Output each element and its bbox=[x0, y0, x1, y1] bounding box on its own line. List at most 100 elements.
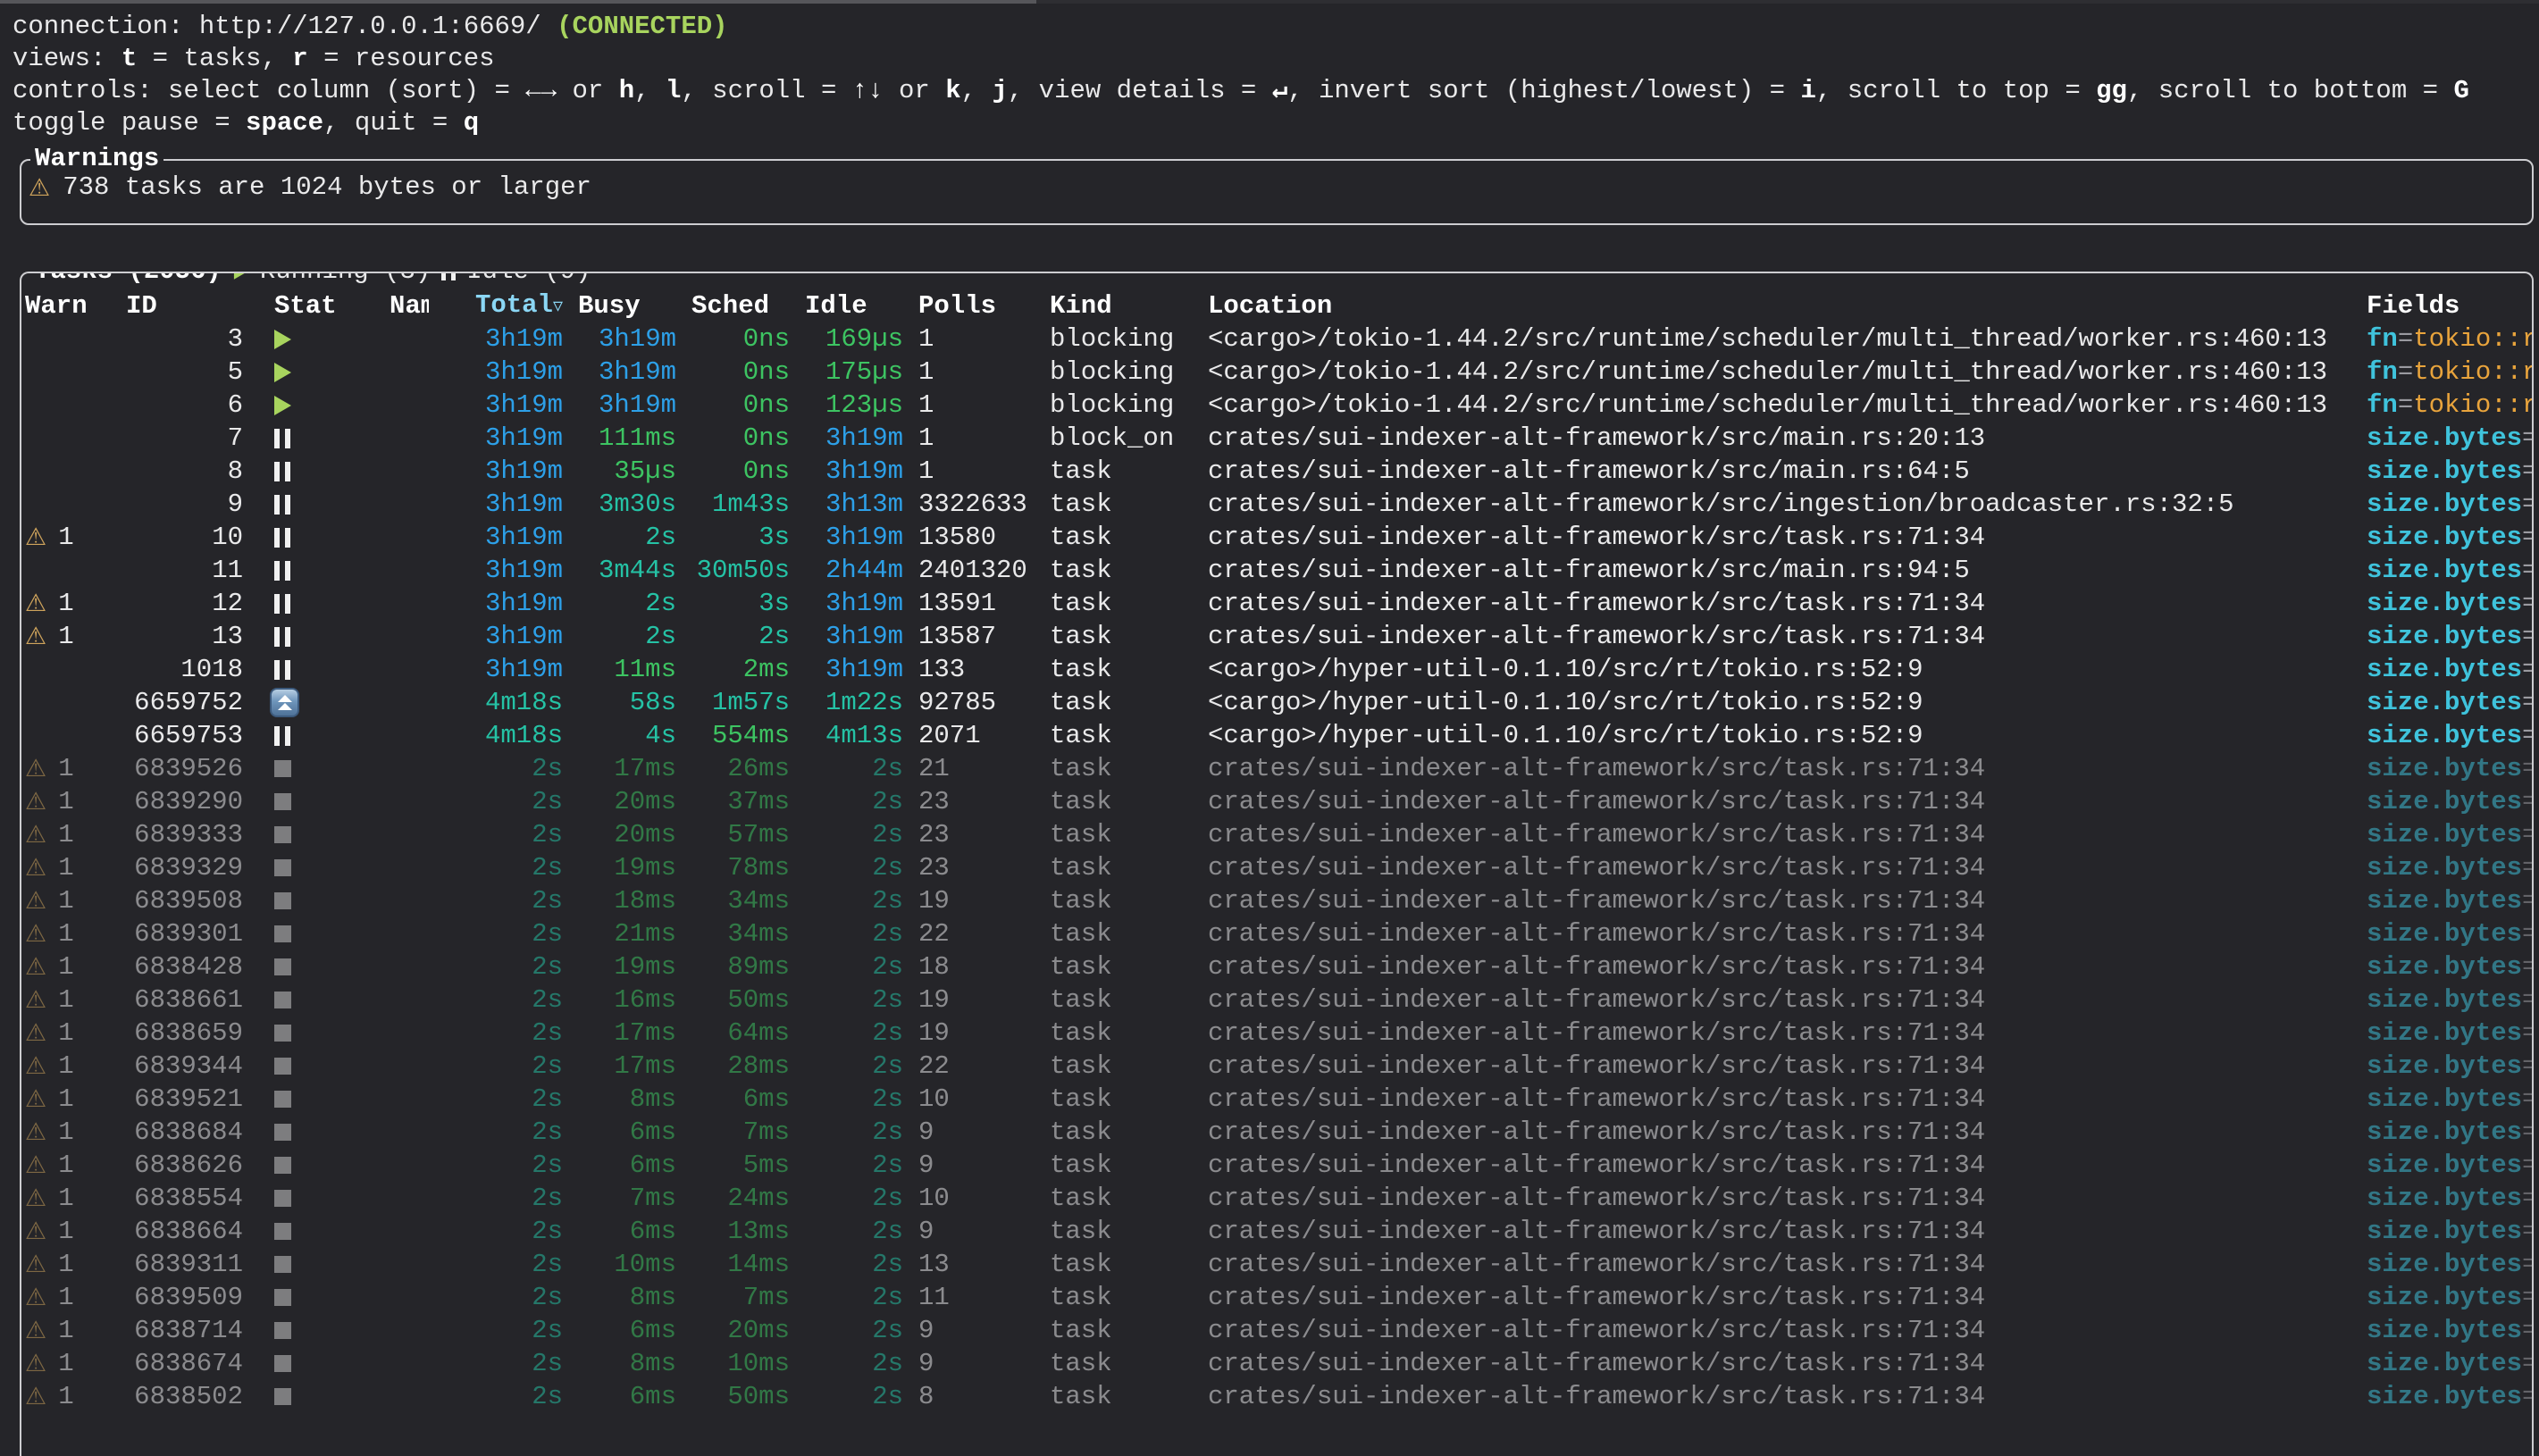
task-sched: 10ms bbox=[691, 1348, 790, 1380]
task-row[interactable]: ⚠168386842s6ms7ms2s9taskcrates/sui-index… bbox=[21, 1116, 2532, 1149]
warn-cell: ⚠1 bbox=[25, 588, 88, 620]
task-id: 6839526 bbox=[103, 753, 243, 785]
column-header-warn[interactable]: Warn bbox=[25, 290, 88, 322]
task-row[interactable]: ⚠168392902s20ms37ms2s23taskcrates/sui-in… bbox=[21, 785, 2532, 818]
field-name: size.bytes bbox=[2367, 721, 2522, 750]
warn-cell: ⚠1 bbox=[25, 1117, 88, 1149]
column-header-total[interactable]: Total▿ bbox=[444, 289, 563, 322]
task-row[interactable]: ⚠1103h19m2s3s3h19m13580taskcrates/sui-in… bbox=[21, 521, 2532, 554]
key-hint: t bbox=[122, 44, 137, 73]
task-row[interactable]: ⚠168386612s16ms50ms2s19taskcrates/sui-in… bbox=[21, 983, 2532, 1017]
task-idle: 2s bbox=[805, 786, 903, 818]
task-row[interactable]: ⚠168385022s6ms50ms2s8taskcrates/sui-inde… bbox=[21, 1380, 2532, 1413]
task-busy: 3h19m bbox=[578, 389, 676, 422]
field-name: size.bytes bbox=[2367, 622, 2522, 651]
task-idle: 2s bbox=[805, 1150, 903, 1182]
field-name: size.bytes bbox=[2367, 985, 2522, 1015]
task-row[interactable]: ⚠168386592s17ms64ms2s19taskcrates/sui-in… bbox=[21, 1017, 2532, 1050]
task-row[interactable]: 66597534m18s4s554ms4m13s2071task<cargo>/… bbox=[21, 719, 2532, 752]
warning-triangle-icon: ⚠ bbox=[25, 1252, 46, 1276]
task-polls: 13 bbox=[918, 1249, 1035, 1281]
field-name: size.bytes bbox=[2367, 1018, 2522, 1048]
task-row[interactable]: ⚠168395082s18ms34ms2s19taskcrates/sui-in… bbox=[21, 884, 2532, 917]
task-id: 6839329 bbox=[103, 852, 243, 884]
task-row[interactable]: ⚠1123h19m2s3s3h19m13591taskcrates/sui-in… bbox=[21, 587, 2532, 620]
warning-triangle-icon: ⚠ bbox=[25, 591, 46, 615]
column-header-idle[interactable]: Idle bbox=[805, 290, 903, 322]
task-row[interactable]: ⚠168385542s7ms24ms2s10taskcrates/sui-ind… bbox=[21, 1182, 2532, 1215]
key-hint: h bbox=[619, 76, 634, 105]
task-row[interactable]: 63h19m3h19m0ns123µs1blocking<cargo>/toki… bbox=[21, 389, 2532, 422]
warn-cell: ⚠1 bbox=[25, 1050, 88, 1083]
tasks-panel-title: Tasks (2056) Running (3) Idle (9) bbox=[30, 272, 596, 288]
task-fields: size.bytes= bbox=[2367, 1216, 2532, 1248]
completed-stop-icon bbox=[274, 1091, 291, 1108]
task-row[interactable]: ⚠1133h19m2s2s3h19m13587taskcrates/sui-in… bbox=[21, 620, 2532, 653]
task-id: 6839290 bbox=[103, 786, 243, 818]
task-id: 6838674 bbox=[103, 1348, 243, 1380]
task-fields: size.bytes= bbox=[2367, 687, 2532, 719]
field-equals: = bbox=[2522, 655, 2532, 684]
column-header-busy[interactable]: Busy bbox=[578, 290, 676, 322]
task-row[interactable]: ⚠168393292s19ms78ms2s23taskcrates/sui-in… bbox=[21, 851, 2532, 884]
task-idle: 175µs bbox=[805, 356, 903, 389]
task-idle: 2s bbox=[805, 1183, 903, 1215]
warning-triangle-icon: ⚠ bbox=[25, 624, 46, 649]
task-row[interactable]: ⚠168393442s17ms28ms2s22taskcrates/sui-in… bbox=[21, 1050, 2532, 1083]
sort-indicator-icon: ▿ bbox=[553, 295, 563, 317]
task-row[interactable]: 113h19m3m44s30m50s2h44m2401320taskcrates… bbox=[21, 554, 2532, 587]
task-row[interactable]: 53h19m3h19m0ns175µs1blocking<cargo>/toki… bbox=[21, 356, 2532, 389]
warn-count: 1 bbox=[58, 1348, 73, 1380]
task-row[interactable]: ⚠168393332s20ms57ms2s23taskcrates/sui-in… bbox=[21, 818, 2532, 851]
task-row[interactable]: ⚠168393112s10ms14ms2s13taskcrates/sui-in… bbox=[21, 1248, 2532, 1281]
task-id: 6838661 bbox=[103, 984, 243, 1017]
warn-count: 1 bbox=[58, 1084, 73, 1116]
key-hint: ←→ bbox=[525, 76, 557, 105]
task-row[interactable]: ⚠168386742s8ms10ms2s9taskcrates/sui-inde… bbox=[21, 1347, 2532, 1380]
warn-cell: ⚠1 bbox=[25, 819, 88, 851]
task-state bbox=[258, 363, 336, 382]
help-text: , scroll to bottom = bbox=[2127, 76, 2453, 105]
column-header-polls[interactable]: Polls bbox=[918, 290, 1035, 322]
task-state bbox=[258, 958, 336, 975]
column-header-id[interactable]: ID bbox=[103, 290, 243, 322]
task-id: 6838554 bbox=[103, 1183, 243, 1215]
column-header-kind[interactable]: Kind bbox=[1050, 290, 1193, 322]
help-text: http://127.0.0.1:6669/ bbox=[199, 12, 557, 41]
task-row[interactable]: 66597524m18s58s1m57s1m22s92785task<cargo… bbox=[21, 686, 2532, 719]
column-header-fields[interactable]: Fields bbox=[2367, 290, 2532, 322]
field-equals: = bbox=[2522, 1316, 2532, 1345]
key-hint: G bbox=[2453, 76, 2468, 105]
column-header-sched[interactable]: Sched bbox=[691, 290, 790, 322]
task-total: 3h19m bbox=[444, 654, 563, 686]
task-row[interactable]: ⚠168395092s8ms7ms2s11taskcrates/sui-inde… bbox=[21, 1281, 2532, 1314]
task-row[interactable]: ⚠168386642s6ms13ms2s9taskcrates/sui-inde… bbox=[21, 1215, 2532, 1248]
help-text: , bbox=[961, 76, 993, 105]
task-id: 1018 bbox=[103, 654, 243, 686]
task-row[interactable]: 93h19m3m30s1m43s3h13m3322633taskcrates/s… bbox=[21, 488, 2532, 521]
field-equals: = bbox=[2398, 390, 2413, 420]
task-row[interactable]: 10183h19m11ms2ms3h19m133task<cargo>/hype… bbox=[21, 653, 2532, 686]
completed-stop-icon bbox=[274, 1157, 291, 1174]
task-row[interactable]: ⚠168395262s17ms26ms2s21taskcrates/sui-in… bbox=[21, 752, 2532, 785]
task-row[interactable]: 73h19m111ms0ns3h19m1block_oncrates/sui-i… bbox=[21, 422, 2532, 455]
field-equals: = bbox=[2522, 589, 2532, 618]
task-fields: size.bytes= bbox=[2367, 522, 2532, 554]
task-row[interactable]: ⚠168395212s8ms6ms2s10taskcrates/sui-inde… bbox=[21, 1083, 2532, 1116]
task-row[interactable]: ⚠168393012s21ms34ms2s22taskcrates/sui-in… bbox=[21, 917, 2532, 950]
column-header-name[interactable]: Name bbox=[351, 290, 429, 322]
column-header-location[interactable]: Location bbox=[1208, 290, 2351, 322]
task-fields: size.bytes= bbox=[2367, 489, 2532, 521]
task-row[interactable]: ⚠168384282s19ms89ms2s18taskcrates/sui-in… bbox=[21, 950, 2532, 983]
task-row[interactable]: 33h19m3h19m0ns169µs1blocking<cargo>/toki… bbox=[21, 322, 2532, 356]
task-row[interactable]: ⚠168387142s6ms20ms2s9taskcrates/sui-inde… bbox=[21, 1314, 2532, 1347]
field-name: size.bytes bbox=[2367, 1217, 2522, 1246]
task-row[interactable]: 83h19m35µs0ns3h19m1taskcrates/sui-indexe… bbox=[21, 455, 2532, 488]
task-location: <cargo>/tokio-1.44.2/src/runtime/schedul… bbox=[1208, 356, 2351, 389]
task-location: <cargo>/tokio-1.44.2/src/runtime/schedul… bbox=[1208, 323, 2351, 356]
column-header-state[interactable]: State bbox=[258, 290, 336, 322]
task-row[interactable]: ⚠168386262s6ms5ms2s9taskcrates/sui-index… bbox=[21, 1149, 2532, 1182]
task-kind: task bbox=[1050, 1282, 1193, 1314]
task-kind: task bbox=[1050, 819, 1193, 851]
warning-triangle-icon: ⚠ bbox=[25, 1351, 46, 1376]
